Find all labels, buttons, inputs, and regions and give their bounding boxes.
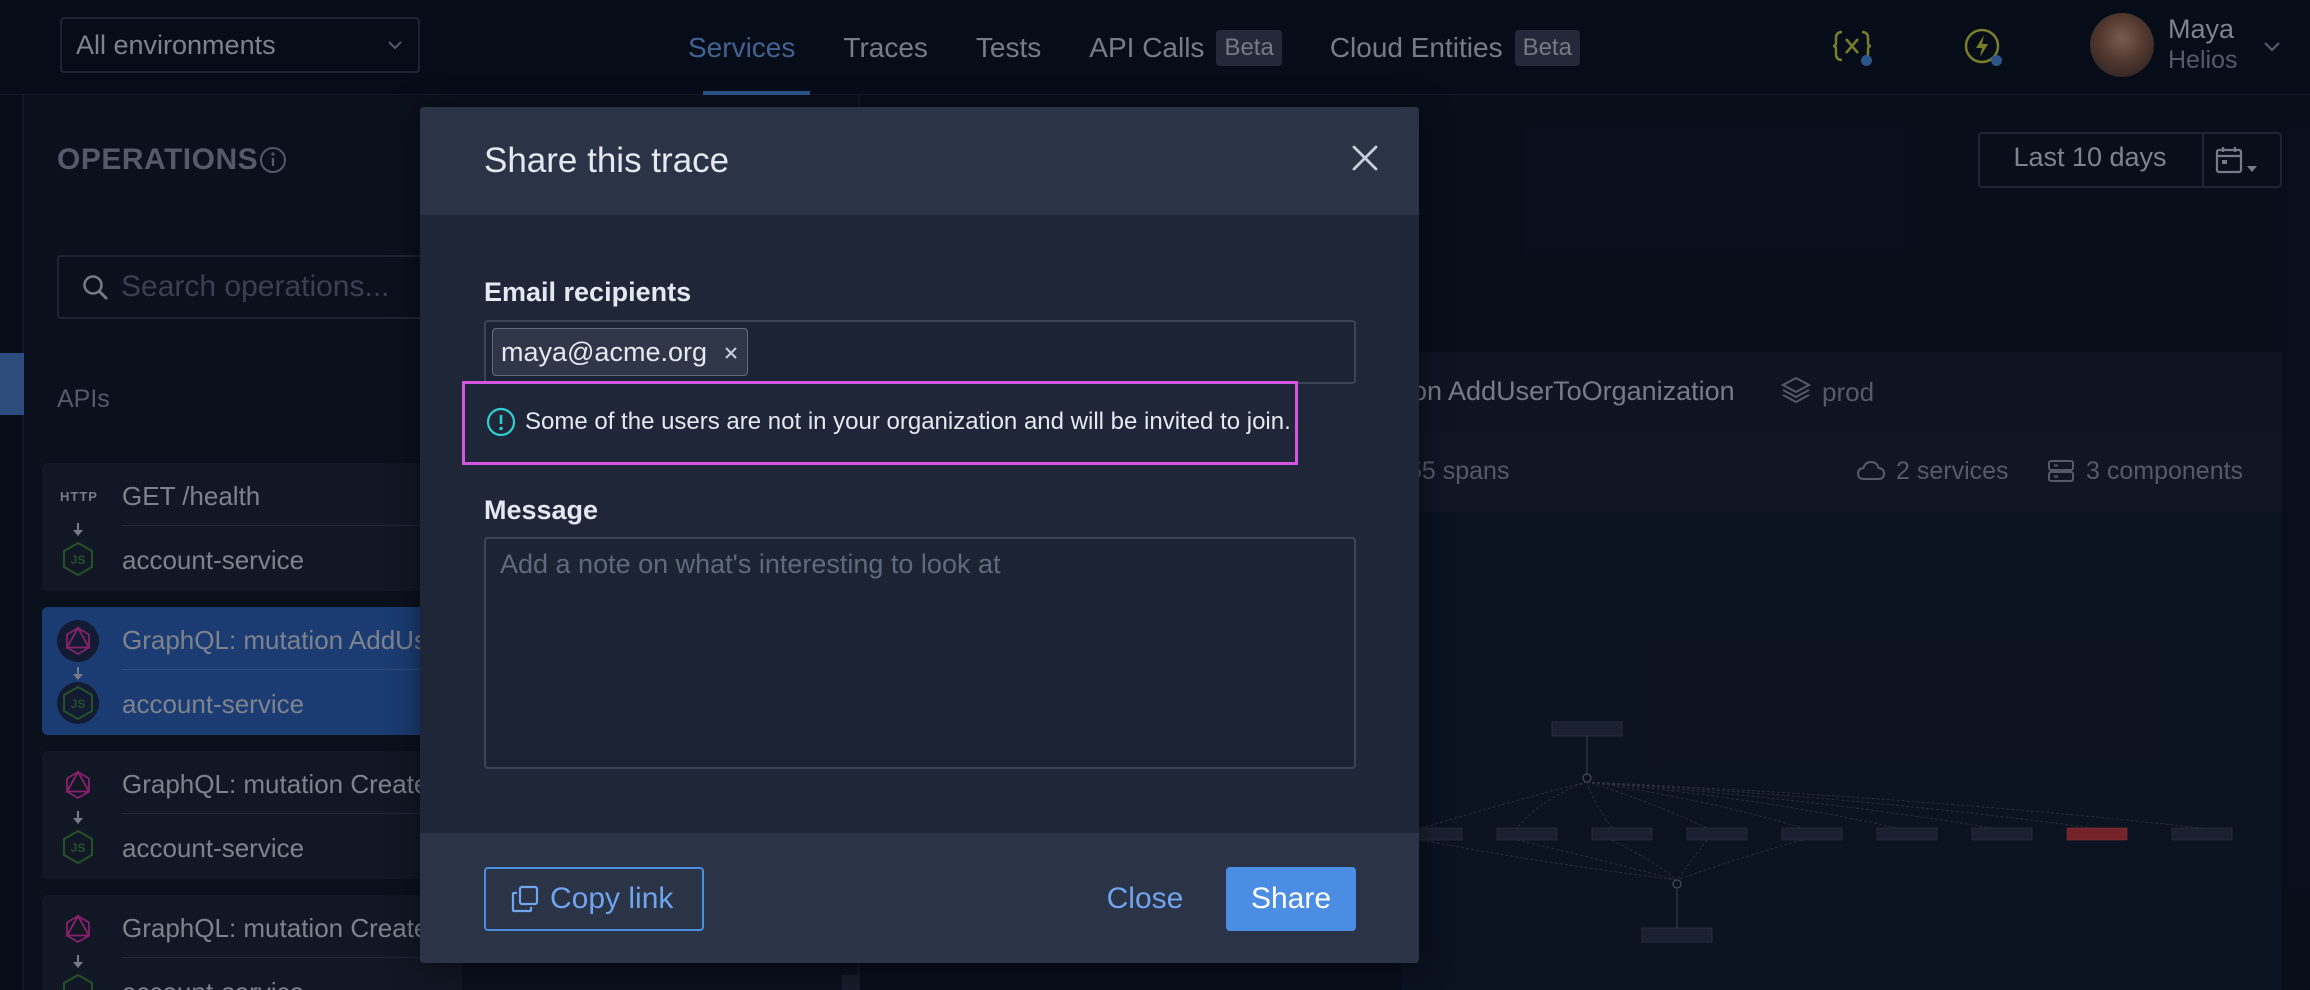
close-button[interactable]: Close (1090, 867, 1200, 931)
invite-notice: Some of the users are not in your organi… (462, 381, 1298, 465)
dialog-header: Share this trace (420, 107, 1419, 215)
email-recipients-label: Email recipients (484, 277, 692, 307)
share-button[interactable]: Share (1226, 867, 1356, 931)
close-icon[interactable] (1348, 141, 1382, 175)
invite-notice-text: Some of the users are not in your organi… (525, 408, 1291, 435)
copy-link-label: Copy link (550, 882, 674, 915)
email-recipients-field[interactable]: maya@acme.org (484, 320, 1356, 384)
recipient-chip: maya@acme.org (492, 328, 748, 376)
copy-icon (511, 885, 539, 913)
dialog-title: Share this trace (484, 141, 730, 180)
alert-circle-icon (486, 407, 516, 437)
message-textarea[interactable] (484, 537, 1356, 769)
copy-link-button[interactable]: Copy link (484, 867, 704, 931)
recipient-email: maya@acme.org (501, 336, 707, 367)
remove-recipient-icon[interactable] (723, 345, 739, 361)
share-trace-dialog: Share this trace Email recipients maya@a… (420, 107, 1419, 963)
message-label: Message (484, 495, 599, 525)
